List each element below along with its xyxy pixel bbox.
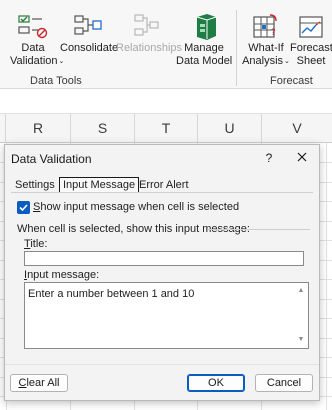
relationships-button: Relationships: [116, 0, 183, 60]
input-message-text: Enter a number between 1 and 10: [28, 288, 195, 300]
tab-divider: [11, 192, 313, 193]
data-validation-label: Data Validation⌄: [10, 42, 65, 67]
tab-error-alert[interactable]: Error Alert: [139, 178, 189, 192]
scroll-down-arrow-icon[interactable]: ▼: [296, 336, 306, 344]
manage-data-model-button[interactable]: Manage Data Model: [176, 0, 232, 72]
relationships-icon: [134, 13, 160, 43]
footer-divider: [5, 364, 319, 365]
title-field-label: Title:: [24, 238, 48, 250]
dialog-title: Data Validation: [11, 152, 92, 166]
data-validation-icon: [18, 13, 48, 43]
grid-line: [326, 143, 327, 410]
input-message-label: Input message:: [24, 269, 100, 281]
data-validation-button[interactable]: Data Validation⌄: [10, 0, 65, 72]
data-model-icon: [192, 13, 218, 45]
title-input[interactable]: [24, 251, 304, 266]
column-header-s[interactable]: S: [71, 114, 135, 143]
formula-bar[interactable]: [0, 89, 332, 114]
forecast-sheet-label: Forecast Sheet: [290, 42, 332, 67]
tab-input-message[interactable]: Input Message: [59, 177, 140, 193]
svg-text:?: ?: [271, 28, 276, 38]
cancel-button[interactable]: Cancel: [255, 374, 313, 392]
group-separator: [236, 10, 237, 86]
close-icon: [291, 152, 313, 171]
column-header-v[interactable]: V: [262, 114, 332, 143]
consolidate-icon: [74, 13, 102, 43]
section-divider: [208, 229, 310, 230]
checkmark-icon: [19, 204, 28, 212]
group-label-forecast: Forecast: [270, 75, 313, 87]
tab-settings[interactable]: Settings: [15, 178, 55, 192]
show-input-message-checkbox[interactable]: [17, 201, 30, 214]
data-validation-dialog: Data Validation ? Settings Input Message…: [4, 144, 320, 401]
scroll-up-arrow-icon[interactable]: ▲: [296, 287, 306, 295]
input-message-textarea[interactable]: Enter a number between 1 and 10 ▲ ▼: [24, 282, 309, 349]
relationships-label: Relationships: [116, 42, 183, 54]
consolidate-button[interactable]: Consolidate: [60, 0, 119, 60]
column-header-r[interactable]: R: [6, 114, 71, 143]
forecast-sheet-icon: [299, 13, 325, 43]
ok-button[interactable]: OK: [187, 374, 245, 392]
show-input-message-label: Show input message when cell is selected: [33, 201, 240, 213]
what-if-analysis-label: What-If Analysis⌄: [242, 42, 290, 67]
manage-data-model-label: Manage Data Model: [176, 42, 233, 67]
what-if-icon: ?: [253, 13, 279, 43]
column-header-u[interactable]: U: [198, 114, 262, 143]
help-button[interactable]: ?: [261, 149, 277, 167]
close-button[interactable]: [291, 148, 313, 168]
consolidate-label: Consolidate: [60, 42, 119, 54]
clear-all-button[interactable]: Clear All: [10, 374, 68, 392]
group-label-data-tools: Data Tools: [30, 75, 82, 87]
column-header-t[interactable]: T: [135, 114, 198, 143]
forecast-sheet-button[interactable]: Forecast Sheet: [290, 0, 332, 72]
what-if-analysis-button[interactable]: ? What-If Analysis⌄: [242, 0, 290, 72]
ribbon: Data Validation⌄ Consolidate Relationshi…: [0, 0, 332, 88]
